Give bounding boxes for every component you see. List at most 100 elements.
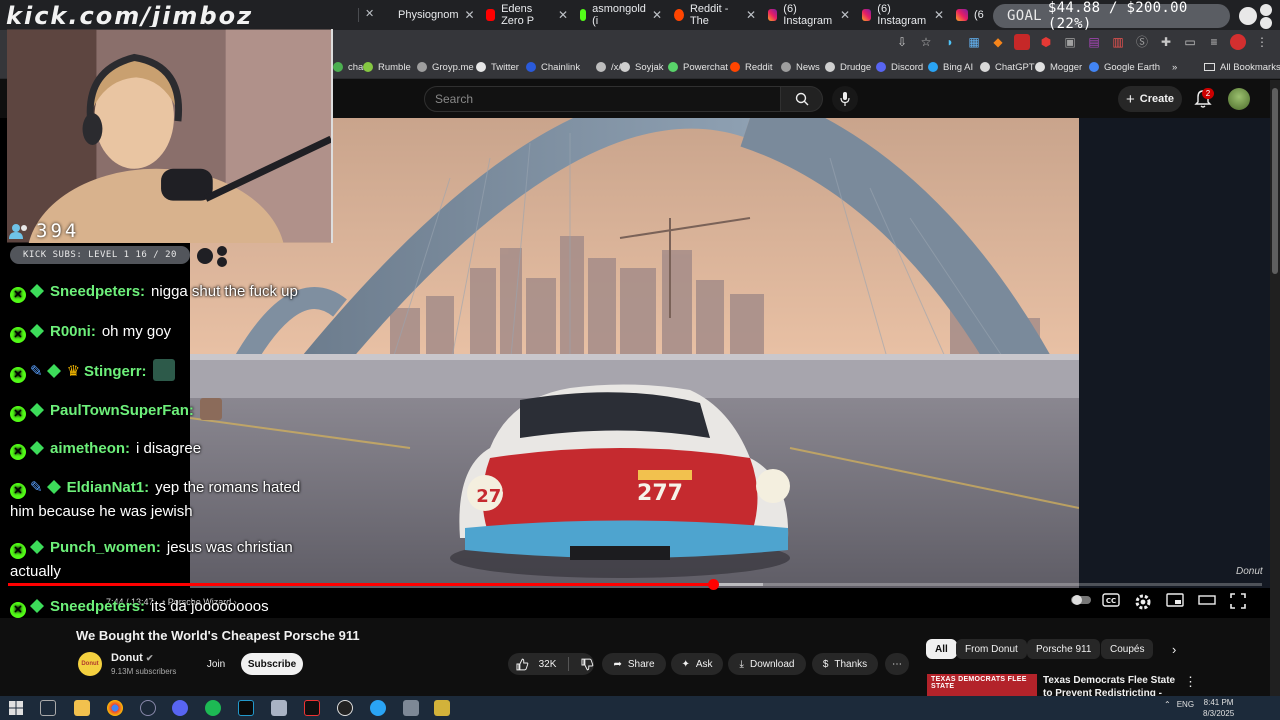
share-button[interactable]: ➦ Share	[602, 653, 666, 675]
app-icon[interactable]	[434, 700, 450, 716]
tab-instagram-1[interactable]: (6) Instagram ✕	[764, 3, 856, 27]
chat-username[interactable]: Stingerr:	[84, 363, 147, 380]
extension-icon[interactable]: ▦	[966, 34, 982, 50]
all-bookmarks-folder[interactable]: All Bookmarks	[1204, 59, 1280, 75]
bookmark-chat[interactable]: chat	[333, 59, 366, 75]
bookmark-reddit[interactable]: Reddit	[730, 59, 772, 75]
chat-username[interactable]: Punch_women:	[50, 539, 161, 556]
ublock-icon[interactable]: ⬢	[1038, 34, 1054, 50]
chat-username[interactable]: PaulTownSuperFan:	[50, 402, 194, 419]
bookmark-discord[interactable]: Discord	[876, 59, 923, 75]
autoplay-toggle[interactable]	[1070, 593, 1091, 611]
close-icon[interactable]: ✕	[928, 8, 950, 22]
miniplayer-icon[interactable]	[1166, 593, 1186, 611]
file-explorer-icon[interactable]	[74, 700, 90, 716]
progress-scrubber[interactable]	[707, 579, 719, 590]
extensions-puzzle-icon[interactable]: ✚	[1158, 34, 1174, 50]
extension-icon[interactable]: ▥	[1110, 34, 1126, 50]
theater-mode-icon[interactable]	[1198, 593, 1218, 611]
close-icon[interactable]: ✕	[646, 8, 668, 22]
channel-watermark[interactable]: Donut	[1236, 566, 1263, 577]
captions-icon[interactable]: CC	[1102, 593, 1122, 611]
chat-username[interactable]: EldianNat1:	[67, 479, 150, 496]
chevron-up-icon[interactable]: ⌃	[1164, 700, 1171, 709]
bookmark-chatgpt[interactable]: ChatGPT	[980, 59, 1035, 75]
language-indicator[interactable]: ENG	[1177, 700, 1194, 709]
channel-name[interactable]: Donut ✔	[111, 652, 153, 664]
extension-icon[interactable]	[1014, 34, 1030, 50]
settings-gear-icon[interactable]	[1134, 593, 1154, 611]
thumbs-down-icon[interactable]	[581, 658, 594, 671]
close-icon[interactable]: ✕	[459, 8, 481, 22]
extension-icon[interactable]: ▣	[1062, 34, 1078, 50]
thumbs-up-icon[interactable]	[516, 658, 529, 671]
chrome-icon[interactable]	[107, 700, 123, 716]
extension-icon[interactable]: ◗	[942, 34, 958, 50]
chip-from-donut[interactable]: From Donut	[956, 639, 1027, 659]
scrollbar-thumb[interactable]	[1272, 88, 1278, 274]
bookmark-soyjak[interactable]: Soyjak	[620, 59, 664, 75]
close-icon[interactable]: ✕	[552, 8, 574, 22]
app-icon[interactable]	[403, 700, 419, 716]
bookmark-mogger[interactable]: Mogger	[1035, 59, 1082, 75]
account-avatar[interactable]	[1228, 88, 1250, 110]
bookmark-news[interactable]: News	[781, 59, 820, 75]
reading-list-icon[interactable]: ▭	[1182, 34, 1198, 50]
bookmark-twitter[interactable]: Twitter	[476, 59, 519, 75]
terminal-icon[interactable]	[238, 700, 254, 716]
chip-porsche-911[interactable]: Porsche 911	[1027, 639, 1101, 659]
profile-icon[interactable]	[1230, 34, 1246, 50]
recommended-thumbnail[interactable]: TEXAS DEMOCRATS FLEE STATE	[927, 674, 1037, 696]
tab-search-icon[interactable]: ≡	[1206, 34, 1222, 50]
close-icon[interactable]: ✕	[365, 7, 374, 20]
chat-username[interactable]: Sneedpeters:	[50, 283, 145, 300]
close-icon[interactable]: ✕	[834, 8, 856, 22]
download-button[interactable]: ⤓ Download	[728, 653, 806, 675]
chevron-right-icon[interactable]: ›	[1172, 642, 1176, 657]
app-icon[interactable]	[271, 700, 287, 716]
bookmark-rumble[interactable]: Rumble	[363, 59, 411, 75]
chat-username[interactable]: Sneedpeters:	[50, 598, 145, 615]
extension-icon[interactable]: Ⓢ	[1134, 34, 1150, 50]
bookmark-bing-ai[interactable]: Bing AI	[928, 59, 973, 75]
channel-name-text[interactable]: Donut	[111, 652, 143, 664]
bookmark-x[interactable]: /x/	[596, 59, 621, 75]
fullscreen-icon[interactable]	[1230, 593, 1250, 611]
telegram-icon[interactable]	[370, 700, 386, 716]
bookmark-google-earth[interactable]: Google Earth	[1089, 59, 1160, 75]
create-button[interactable]: + Create	[1118, 86, 1182, 112]
task-view-icon[interactable]	[40, 700, 56, 716]
tab-reddit[interactable]: Reddit - The ✕	[670, 3, 762, 27]
chip-all[interactable]: All	[926, 639, 957, 659]
ask-button[interactable]: ✦ Ask	[671, 653, 723, 675]
tab-physiognomy[interactable]: Physiognom ✕	[388, 4, 480, 26]
steam-icon[interactable]	[140, 700, 156, 716]
join-button[interactable]: Join	[198, 653, 234, 675]
search-button[interactable]	[781, 86, 823, 112]
extension-icon[interactable]: ▤	[1086, 34, 1102, 50]
tab-edens-zero[interactable]: Edens Zero P ✕	[482, 3, 574, 27]
bookmark-groyp-me[interactable]: Groyp.me	[417, 59, 474, 75]
recommended-title[interactable]: Texas Democrats Flee State to Prevent Re…	[1043, 674, 1178, 696]
more-actions-button[interactable]: ⋯	[885, 653, 909, 675]
search-input[interactable]: Search	[424, 86, 781, 112]
chat-username[interactable]: R00ni:	[50, 323, 96, 340]
channel-avatar[interactable]: Donut	[78, 652, 102, 676]
adobe-icon[interactable]	[304, 700, 320, 716]
bookmark-drudge[interactable]: Drudge	[825, 59, 871, 75]
thanks-button[interactable]: $ Thanks	[812, 653, 878, 675]
discord-icon[interactable]	[172, 700, 188, 716]
like-count[interactable]: 32K	[539, 659, 557, 670]
more-bookmarks-chevron-icon[interactable]: »	[1172, 59, 1177, 75]
tab-asmongold[interactable]: asmongold (i ✕	[576, 3, 668, 27]
windows-start-icon[interactable]	[8, 700, 24, 716]
install-icon[interactable]: ⇩	[894, 34, 910, 50]
subscribe-button[interactable]: Subscribe	[241, 653, 303, 675]
metamask-icon[interactable]: ◆	[990, 34, 1006, 50]
bookmark-powerchat[interactable]: Powerchat	[668, 59, 728, 75]
more-vertical-icon[interactable]: ⋮	[1184, 674, 1197, 690]
bookmark-star-icon[interactable]: ☆	[918, 34, 934, 50]
tab-instagram-3[interactable]: (6	[952, 4, 992, 26]
tab-instagram-2[interactable]: (6) Instagram ✕	[858, 3, 950, 27]
voice-search-button[interactable]	[832, 86, 858, 112]
